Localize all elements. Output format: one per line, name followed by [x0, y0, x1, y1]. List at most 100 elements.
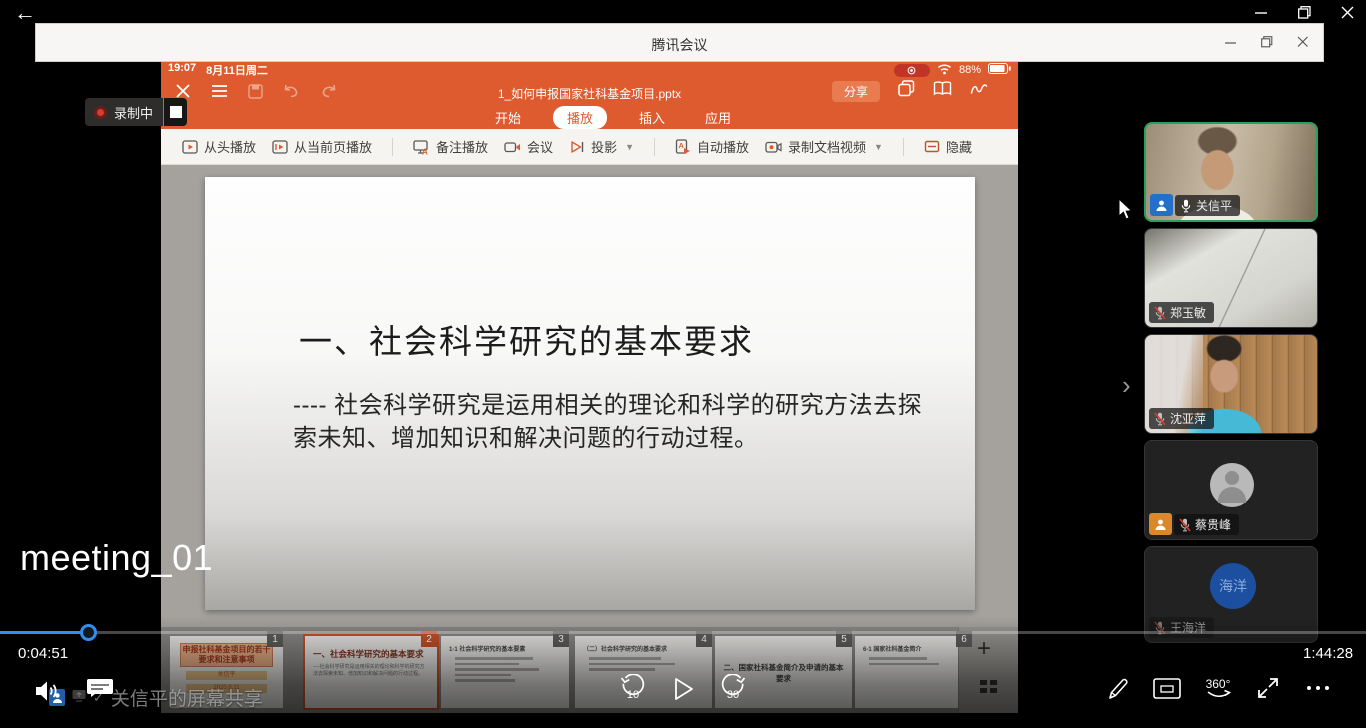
participant-name: 蔡贵峰 [1195, 516, 1231, 533]
svg-text:30: 30 [727, 689, 739, 701]
svg-text:360°: 360° [1206, 677, 1231, 691]
back-arrow-icon[interactable]: ← [14, 0, 36, 26]
current-time: 0:04:51 [18, 645, 68, 662]
participant-name: 郑玉敏 [1170, 304, 1206, 321]
expand-arrows-icon [1256, 676, 1280, 700]
tab-play[interactable]: 播放 [553, 106, 607, 129]
slide-body-text: ---- 社会科学研究是运用相关的理论和科学的研究方法去探索未知、增加知识和解决… [293, 389, 941, 455]
project-button[interactable]: 投影 ▼ [569, 137, 634, 156]
tab-apps[interactable]: 应用 [697, 107, 739, 128]
participant-name-pill: 关信平 [1175, 195, 1240, 216]
annotate-pencil-button[interactable] [1106, 676, 1130, 702]
chevron-down-icon: ▼ [625, 142, 634, 152]
battery-icon [988, 63, 1011, 77]
app-minimize-button[interactable] [1225, 36, 1237, 48]
play-icon [672, 676, 696, 702]
mouse-cursor [1118, 198, 1136, 227]
mic-on-icon [1180, 199, 1192, 213]
meeting-app-titlebar: 腾讯会议 [35, 23, 1324, 62]
ppt-ink-pen-icon[interactable] [970, 81, 988, 101]
play-from-current-button[interactable]: 从当前页播放 [272, 137, 372, 156]
slide-canvas: 一、社会科学研究的基本要求 ---- 社会科学研究是运用相关的理论和科学的研究方… [161, 165, 1018, 627]
more-options-button[interactable] [1305, 684, 1331, 692]
avatar-placeholder [1210, 463, 1254, 507]
toolbar-divider [654, 138, 655, 156]
stop-recording-button[interactable] [164, 98, 187, 126]
svg-text:A: A [422, 147, 428, 155]
svg-text:A: A [679, 141, 685, 150]
ppt-status-bar: 19:07 8月11日周二 88% [161, 62, 1018, 78]
ellipsis-icon [1305, 684, 1331, 692]
status-date: 8月11日周二 [206, 62, 268, 78]
rotate-360-icon: 360° [1203, 675, 1235, 703]
record-doc-video-button[interactable]: 录制文档视频 ▼ [765, 137, 883, 156]
play-from-start-button[interactable]: 从头播放 [182, 137, 256, 156]
member-person-badge-icon [1149, 513, 1172, 535]
rotate-360-button[interactable]: 360° [1203, 675, 1235, 703]
captions-button[interactable] [85, 676, 115, 702]
participant-name: 关信平 [1196, 197, 1232, 214]
participant-tile-caiguifeng[interactable]: 蔡贵峰 [1144, 440, 1318, 540]
participant-name-pill: 郑玉敏 [1149, 302, 1214, 323]
notes-play-button[interactable]: A 备注播放 [413, 137, 488, 156]
meeting-button[interactable]: 会议 [504, 137, 553, 156]
os-restore-button[interactable] [1298, 6, 1311, 19]
ppt-copy-icon[interactable] [898, 80, 915, 102]
toolbar-divider [903, 138, 904, 156]
ppt-share-button[interactable]: 分享 [832, 81, 880, 102]
toolbar-divider [392, 138, 393, 156]
pencil-icon [1106, 676, 1130, 702]
ppt-toolbar: 从头播放 从当前页播放 A 备注播放 会议 投影 ▼ A [161, 129, 1018, 165]
video-player-stage: ← 腾讯会议 19:07 8月11日周二 88% [0, 0, 1366, 728]
mic-muted-icon [1179, 518, 1191, 532]
seek-bar-played [0, 631, 82, 634]
participant-tile-zhengyumin[interactable]: 郑玉敏 [1144, 228, 1318, 328]
speaker-icon [33, 678, 63, 704]
ppt-header-bar: 1_如何申报国家社科基金项目.pptx 分享 [161, 78, 1018, 106]
wifi-icon [937, 63, 952, 78]
fullscreen-button[interactable] [1256, 676, 1280, 700]
recording-status-icon [894, 64, 930, 77]
slide-title: 一、社会科学研究的基本要求 [299, 315, 754, 363]
seek-bar-handle[interactable] [80, 624, 97, 641]
captions-icon [85, 676, 115, 702]
os-minimize-button[interactable] [1255, 6, 1268, 19]
avatar-haiyang: 海洋 [1210, 563, 1256, 609]
participant-name-pill: 蔡贵峰 [1174, 514, 1239, 535]
app-restore-button[interactable] [1261, 36, 1273, 48]
tab-insert[interactable]: 插入 [631, 107, 673, 128]
autoplay-button[interactable]: A 自动播放 [675, 137, 749, 156]
ppt-ribbon-tabs: 开始 播放 插入 应用 [161, 106, 1018, 129]
os-close-button[interactable] [1341, 6, 1354, 19]
status-time: 19:07 [168, 62, 196, 78]
recording-label: 录制中 [114, 103, 153, 122]
tab-home[interactable]: 开始 [487, 107, 529, 128]
current-slide: 一、社会科学研究的基本要求 ---- 社会科学研究是运用相关的理论和科学的研究方… [205, 177, 975, 610]
battery-percent: 88% [959, 64, 981, 76]
participant-name: 沈亚萍 [1170, 410, 1206, 427]
app-close-button[interactable] [1297, 36, 1309, 48]
participant-tile-guanxinping[interactable]: 关信平 [1144, 122, 1318, 222]
seek-bar-track[interactable] [0, 631, 1366, 634]
mic-muted-icon [1154, 306, 1166, 320]
total-time: 1:44:28 [1303, 645, 1353, 662]
sidebar-collapse-chevron-icon[interactable]: › [1122, 370, 1131, 401]
mic-muted-icon [1154, 412, 1166, 426]
picture-in-picture-icon [1153, 678, 1181, 700]
rewind-10-button[interactable]: 10 [617, 674, 649, 704]
video-filename-overlay: meeting_01 [20, 537, 213, 579]
participant-name-pill: 沈亚萍 [1149, 408, 1214, 429]
screen-share-mini-icon [72, 689, 86, 707]
participant-tile-shenyaping[interactable]: 沈亚萍 [1144, 334, 1318, 434]
play-button[interactable] [672, 676, 696, 702]
mini-player-button[interactable] [1153, 678, 1181, 700]
screen-share-banner-text: 关信平的屏幕共享 [111, 684, 263, 711]
volume-button[interactable] [33, 678, 63, 704]
ppt-readview-icon[interactable] [933, 81, 952, 101]
recording-indicator: 录制中 [85, 98, 187, 126]
hide-button[interactable]: 隐藏 [924, 137, 972, 156]
forward-30-button[interactable]: 30 [717, 674, 749, 704]
svg-text:10: 10 [627, 689, 639, 701]
host-person-badge-icon [1150, 194, 1173, 216]
app-window-title: 腾讯会议 [36, 35, 1323, 55]
